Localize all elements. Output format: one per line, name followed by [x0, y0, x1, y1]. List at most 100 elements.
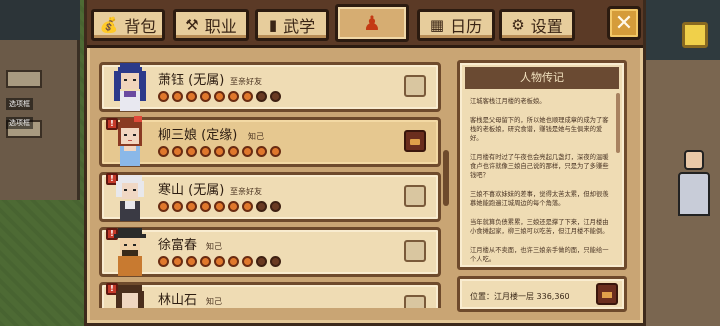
portrait-xufuchun	[110, 226, 150, 278]
list-item-character[interactable]: ! 徐富春 知己	[99, 227, 441, 277]
heart-icon	[270, 201, 281, 212]
portrait-xiaoyu	[110, 61, 150, 113]
tab-bar: 💰 背包 ⚒ 职业 ▮ 武学 ♟ ▦ 日历 ⚙ 设置 ✕	[87, 0, 643, 48]
tab-calendar[interactable]: ▦ 日历	[417, 9, 495, 41]
scene-tag: 选项框	[6, 98, 33, 110]
window	[6, 70, 42, 88]
heart-icon	[270, 256, 281, 267]
portrait-liusanniang	[110, 116, 150, 168]
affection-meter	[158, 256, 281, 267]
bio-paragraph: 客栈是父母留下的，所以她也顺理成章的成为了客栈的老板娘，研究食谱，赚钱是她与生俱…	[470, 117, 609, 142]
tab-characters[interactable]: ♟	[335, 4, 409, 42]
person-icon: ♟	[363, 11, 381, 35]
gift-slot-chest-icon[interactable]	[404, 130, 426, 152]
npc-character[interactable]	[678, 150, 710, 220]
heart-icon	[242, 146, 253, 157]
gift-slot[interactable]	[404, 295, 426, 308]
heart-icon	[228, 256, 239, 267]
character-name: 柳三娘 (定缘)	[158, 128, 238, 143]
tab-profession[interactable]: ⚒ 职业	[173, 9, 249, 41]
bio-scrollbar[interactable]	[616, 93, 620, 153]
bio-paragraph: 江月楼从不卖面，也许三娘亲手做的面，只能给一个人吃。	[470, 247, 609, 263]
chest-icon[interactable]	[596, 283, 618, 305]
close-button[interactable]: ✕	[607, 6, 641, 40]
relationships-panel: 💰 背包 ⚒ 职业 ▮ 武学 ♟ ▦ 日历 ⚙ 设置 ✕ 萧钰 (无属) 至亲好…	[84, 0, 646, 326]
tab-label: 设置	[530, 17, 563, 36]
list-item-character[interactable]: ! 寒山 (无属) 至亲好友	[99, 172, 441, 222]
heart-icon	[242, 201, 253, 212]
tab-martial-arts[interactable]: ▮ 武学	[255, 9, 329, 41]
character-list[interactable]: 萧钰 (无属) 至亲好友 ! 柳三娘 (定缘) 知己 ! 寒山 (无属) 至亲好…	[99, 60, 447, 308]
relationship-status: 至亲好友	[230, 77, 262, 86]
bio-paragraph: 三娘不喜欢妹妹的差事，觉得太苦太累，但却很羡慕她能跑遍江城周边的每个角落。	[470, 191, 609, 207]
heart-icon	[270, 91, 281, 102]
heart-icon	[172, 91, 183, 102]
heart-icon	[200, 91, 211, 102]
tab-label: 日历	[450, 17, 483, 36]
heart-icon	[172, 201, 183, 212]
hammer-icon: ⚒	[185, 15, 199, 34]
heart-icon	[200, 146, 211, 157]
heart-icon	[214, 201, 225, 212]
character-name: 寒山 (无属)	[158, 183, 225, 198]
calendar-icon: ▦	[429, 15, 445, 34]
heart-icon	[158, 91, 169, 102]
relationship-status: 至亲好友	[230, 187, 262, 196]
heart-icon	[200, 201, 211, 212]
npc-body	[678, 172, 710, 216]
portrait-hanshan	[110, 171, 150, 223]
list-item-character[interactable]: ! 柳三娘 (定缘) 知己	[99, 116, 441, 168]
relationship-status: 知己	[206, 242, 222, 251]
heart-icon	[186, 91, 197, 102]
location-box: 位置：江月楼一层 336,360	[457, 276, 627, 312]
list-scrollbar[interactable]	[443, 150, 449, 206]
heart-icon	[158, 146, 169, 157]
heart-icon	[172, 256, 183, 267]
heart-icon	[186, 146, 197, 157]
bio-title: 人物传记	[465, 67, 619, 89]
location-text: 位置：江月楼一层 336,360	[470, 292, 570, 301]
sun-icon	[682, 22, 708, 48]
book-icon: ▮	[268, 15, 278, 34]
heart-icon	[242, 91, 253, 102]
bio-paragraph: 江城客栈江月楼的老板娘。	[470, 98, 546, 105]
character-name: 萧钰 (无属)	[158, 73, 225, 88]
heart-icon	[242, 256, 253, 267]
heart-icon	[256, 146, 267, 157]
bio-text[interactable]: 江城客栈江月楼的老板娘。 客栈是父母留下的，所以她也顺理成章的成为了客栈的老板娘…	[460, 89, 624, 264]
character-name: 徐富春	[158, 238, 198, 253]
list-item-character[interactable]: 萧钰 (无属) 至亲好友	[99, 62, 441, 112]
heart-icon	[186, 256, 197, 267]
heart-icon	[228, 146, 239, 157]
scene-tag: 选项框	[6, 117, 33, 129]
gift-slot[interactable]	[404, 185, 426, 207]
bag-icon: 💰	[99, 15, 119, 34]
heart-icon	[270, 146, 281, 157]
heart-icon	[158, 201, 169, 212]
heart-icon	[200, 256, 211, 267]
tab-label: 背包	[124, 17, 157, 36]
heart-icon	[158, 256, 169, 267]
roof-right	[640, 0, 720, 60]
heart-icon	[256, 91, 267, 102]
affection-meter	[158, 146, 281, 157]
gift-slot[interactable]	[404, 75, 426, 97]
gift-slot[interactable]	[404, 240, 426, 262]
heart-icon	[214, 91, 225, 102]
bio-paragraph: 江月楼有时过了午夜也会亮起几盏灯，深夜的温暖食卢也许就像三娘自己说的那样，只是为…	[470, 154, 609, 179]
list-item-character[interactable]: ! 林山石 知己	[99, 282, 441, 308]
tab-bag[interactable]: 💰 背包	[91, 9, 165, 41]
heart-icon	[228, 91, 239, 102]
tab-settings[interactable]: ⚙ 设置	[499, 9, 575, 41]
heart-icon	[228, 201, 239, 212]
gear-icon: ⚙	[511, 15, 525, 34]
character-name: 林山石	[158, 293, 198, 308]
heart-icon	[214, 146, 225, 157]
tab-label: 武学	[283, 17, 316, 36]
tab-label: 职业	[204, 17, 237, 36]
relationship-status: 知己	[248, 132, 264, 141]
heart-icon	[186, 201, 197, 212]
close-icon: ✕	[614, 10, 634, 36]
affection-meter	[158, 201, 281, 212]
affection-meter	[158, 91, 281, 102]
